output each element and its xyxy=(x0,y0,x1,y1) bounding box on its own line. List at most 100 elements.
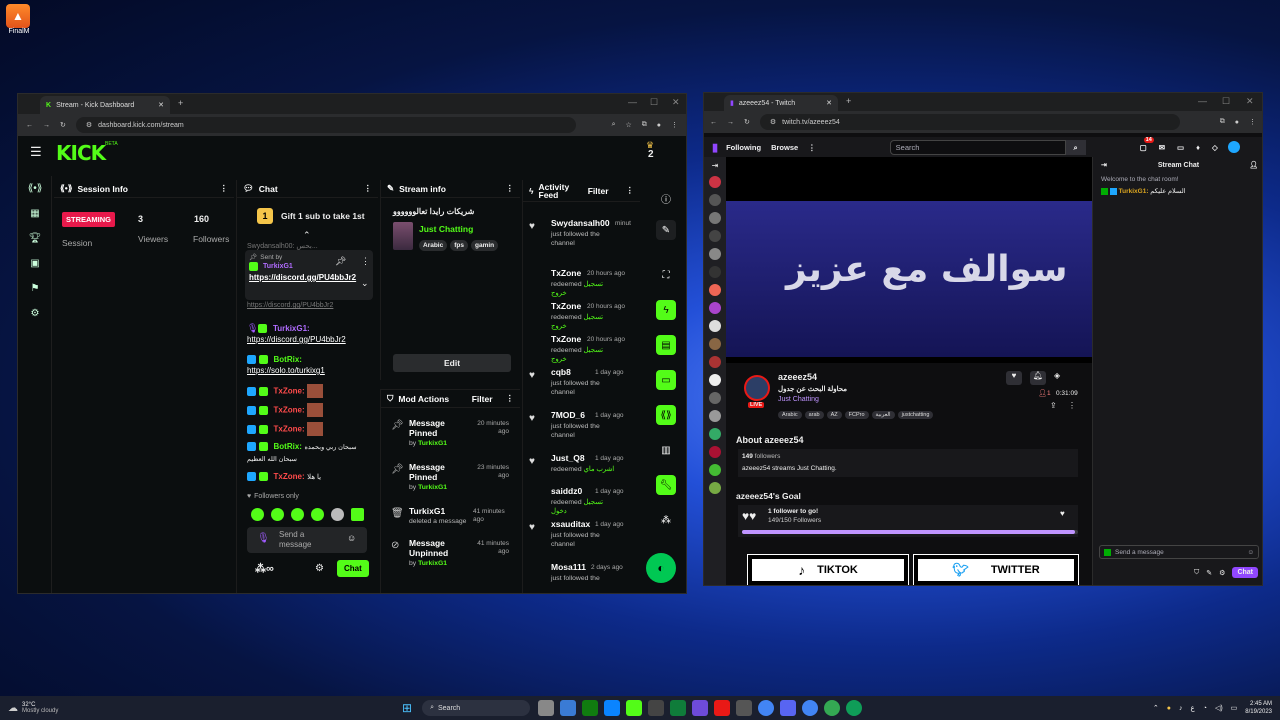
chat-username[interactable]: TurkixG1: xyxy=(1119,188,1149,195)
more-icon[interactable]: ⋮ xyxy=(808,143,816,152)
profile-icon[interactable]: ● xyxy=(657,122,661,129)
pinned-menu-icon[interactable]: ⋮ xyxy=(361,256,370,267)
activity-menu-icon[interactable]: ⋮ xyxy=(626,185,635,196)
emote-icon[interactable] xyxy=(291,508,304,521)
bits-icon[interactable]: ◇ xyxy=(1212,143,1218,152)
chat-users-icon[interactable]: 👤︎ xyxy=(1249,161,1258,169)
taskbar-app-icon[interactable] xyxy=(670,700,687,716)
taskbar-app-icon[interactable] xyxy=(626,700,643,716)
emoji-icon[interactable]: ☺ xyxy=(1247,549,1254,556)
hamburger-menu-icon[interactable]: ☰ xyxy=(30,144,42,160)
chat-username[interactable]: TxZone: xyxy=(274,386,305,395)
tag[interactable]: FCPro xyxy=(844,411,869,419)
pinned-link[interactable]: https://discord.gg/PU4bbJr2 xyxy=(249,273,359,283)
browser-tab-kick[interactable]: K Stream - Kick Dashboard ✕ xyxy=(40,96,170,114)
channel-avatar[interactable] xyxy=(709,230,721,242)
emoji-icon[interactable]: ☺ xyxy=(347,533,356,543)
panel-tiktok[interactable]: ♪ TIKTOK xyxy=(747,554,909,585)
taskbar-app-icon[interactable] xyxy=(758,700,775,716)
panel-twitter[interactable]: 🐦︎ TWITTER xyxy=(913,554,1079,585)
channel-avatar[interactable] xyxy=(709,446,721,458)
lightning-icon[interactable]: ϟ xyxy=(656,300,676,320)
channel-avatar[interactable] xyxy=(709,356,721,368)
channel-avatar[interactable] xyxy=(709,320,721,332)
broadcast-icon[interactable]: ⟪⟫ xyxy=(656,405,676,425)
back-icon[interactable]: ← xyxy=(710,119,717,126)
activity-username[interactable]: Mosa111 xyxy=(551,562,586,572)
new-tab-icon[interactable]: + xyxy=(846,96,851,106)
stream-nav-icon[interactable]: ⟪•⟫ xyxy=(18,176,52,201)
follow-heart-icon[interactable]: ♥ xyxy=(1006,371,1022,385)
activity-username[interactable]: Just_Q8 xyxy=(551,453,585,463)
url-field[interactable]: ⚙ twitch.tv/azeeez54 xyxy=(759,114,1180,130)
emote-icon[interactable] xyxy=(331,508,344,521)
channel-avatar[interactable] xyxy=(709,284,721,296)
taskbar-app-icon[interactable] xyxy=(736,700,753,716)
chat-username[interactable]: BotRix: xyxy=(274,355,302,364)
channel-avatar[interactable] xyxy=(709,302,721,314)
chat-username[interactable]: TxZone: xyxy=(274,405,305,414)
channel-avatar[interactable] xyxy=(709,212,721,224)
minimize-icon[interactable]: — xyxy=(628,97,637,107)
taskbar-app-icon[interactable] xyxy=(692,700,709,716)
tray-app-icon[interactable]: ● xyxy=(1167,705,1171,712)
chat-icon[interactable]: ▭ xyxy=(656,370,676,390)
taskbar-app-icon[interactable] xyxy=(582,700,599,716)
channel-avatar[interactable] xyxy=(709,248,721,260)
tag[interactable]: AZ xyxy=(826,411,842,419)
unpin-icon[interactable]: 📌︎ xyxy=(335,256,346,267)
site-info-icon[interactable]: ⚙ xyxy=(86,121,92,129)
send-chat-button[interactable]: Chat xyxy=(337,560,369,577)
activity-username[interactable]: TxZone xyxy=(551,268,581,278)
channel-avatar[interactable] xyxy=(709,482,721,494)
user-avatar[interactable] xyxy=(1227,141,1240,153)
settings-icon[interactable]: ⚙ xyxy=(1219,569,1225,577)
chat-menu-icon[interactable]: ⋮ xyxy=(364,183,373,194)
share-icon[interactable]: ⇪ xyxy=(1050,401,1057,410)
clock[interactable]: 2:45 AM 8/19/2023 xyxy=(1245,700,1272,716)
prime-icon[interactable]: ▢ 14 xyxy=(1140,136,1154,152)
crown-icon[interactable]: ♦ xyxy=(1196,143,1200,152)
channel-avatar-large[interactable] xyxy=(744,375,770,401)
notification-bell-icon[interactable]: 🔔︎ xyxy=(1030,371,1046,385)
channel-avatar[interactable] xyxy=(709,392,721,404)
chat-username[interactable]: TxZone: xyxy=(274,472,305,481)
taskbar-app-icon[interactable] xyxy=(538,700,555,716)
infinity-icon[interactable]: ⁂∞ xyxy=(255,562,274,575)
fullscreen-icon[interactable]: ⛶ xyxy=(656,265,676,285)
new-tab-icon[interactable]: + xyxy=(178,98,183,108)
pinned-message[interactable]: 📌︎ Sent by TurkixG1 https://discord.gg/P… xyxy=(245,250,373,300)
mod-actions-menu-icon[interactable]: ⋮ xyxy=(506,393,515,404)
forward-icon[interactable]: → xyxy=(727,119,734,126)
profile-icon[interactable]: ● xyxy=(1235,119,1239,126)
emote-icon[interactable] xyxy=(271,508,284,521)
taskbar-app-icon[interactable] xyxy=(802,700,819,716)
close-window-icon[interactable]: ✕ xyxy=(672,97,680,108)
activity-username[interactable]: TxZone xyxy=(551,334,581,344)
emote-icon[interactable] xyxy=(351,508,364,521)
bookmark-icon[interactable]: ☆ xyxy=(625,121,631,129)
edit-icon[interactable]: ✎ xyxy=(656,220,676,240)
close-tab-icon[interactable]: ✕ xyxy=(158,101,164,109)
apps-icon[interactable]: ⁂ xyxy=(656,510,676,530)
battery-icon[interactable]: ▭ xyxy=(1231,704,1238,712)
taskbar-app-icon[interactable] xyxy=(560,700,577,716)
chat-send-button[interactable]: Chat xyxy=(1232,567,1258,578)
nav-following[interactable]: Following xyxy=(726,143,761,152)
chat-settings-icon[interactable]: ⚙ xyxy=(315,563,324,574)
channel-menu-icon[interactable]: ⋮ xyxy=(1068,401,1076,410)
trophy-nav-icon[interactable]: 🏆︎ xyxy=(18,226,52,251)
chat-username[interactable]: TurkixG1: xyxy=(273,324,310,333)
pencil-icon[interactable]: ✎ xyxy=(1206,569,1212,577)
channel-avatar[interactable] xyxy=(709,374,721,386)
maximize-icon[interactable]: ☐ xyxy=(1222,96,1230,107)
gift-goal-banner[interactable]: 1 Gift 1 sub to take 1st xyxy=(257,208,365,224)
wrench-icon[interactable]: 🔧︎ xyxy=(656,475,676,495)
chat-message-text[interactable]: https://solo.to/turkixg1 xyxy=(247,366,325,375)
gift-icon[interactable]: ◈ xyxy=(1054,371,1060,380)
users-nav-icon[interactable]: ⚑ xyxy=(18,276,52,301)
chat-input[interactable]: Send a message ☺ xyxy=(1099,545,1259,559)
taskbar-app-icon[interactable] xyxy=(648,700,665,716)
zoom-icon[interactable]: ⌕ xyxy=(612,121,616,129)
minimize-icon[interactable]: — xyxy=(1198,96,1207,106)
